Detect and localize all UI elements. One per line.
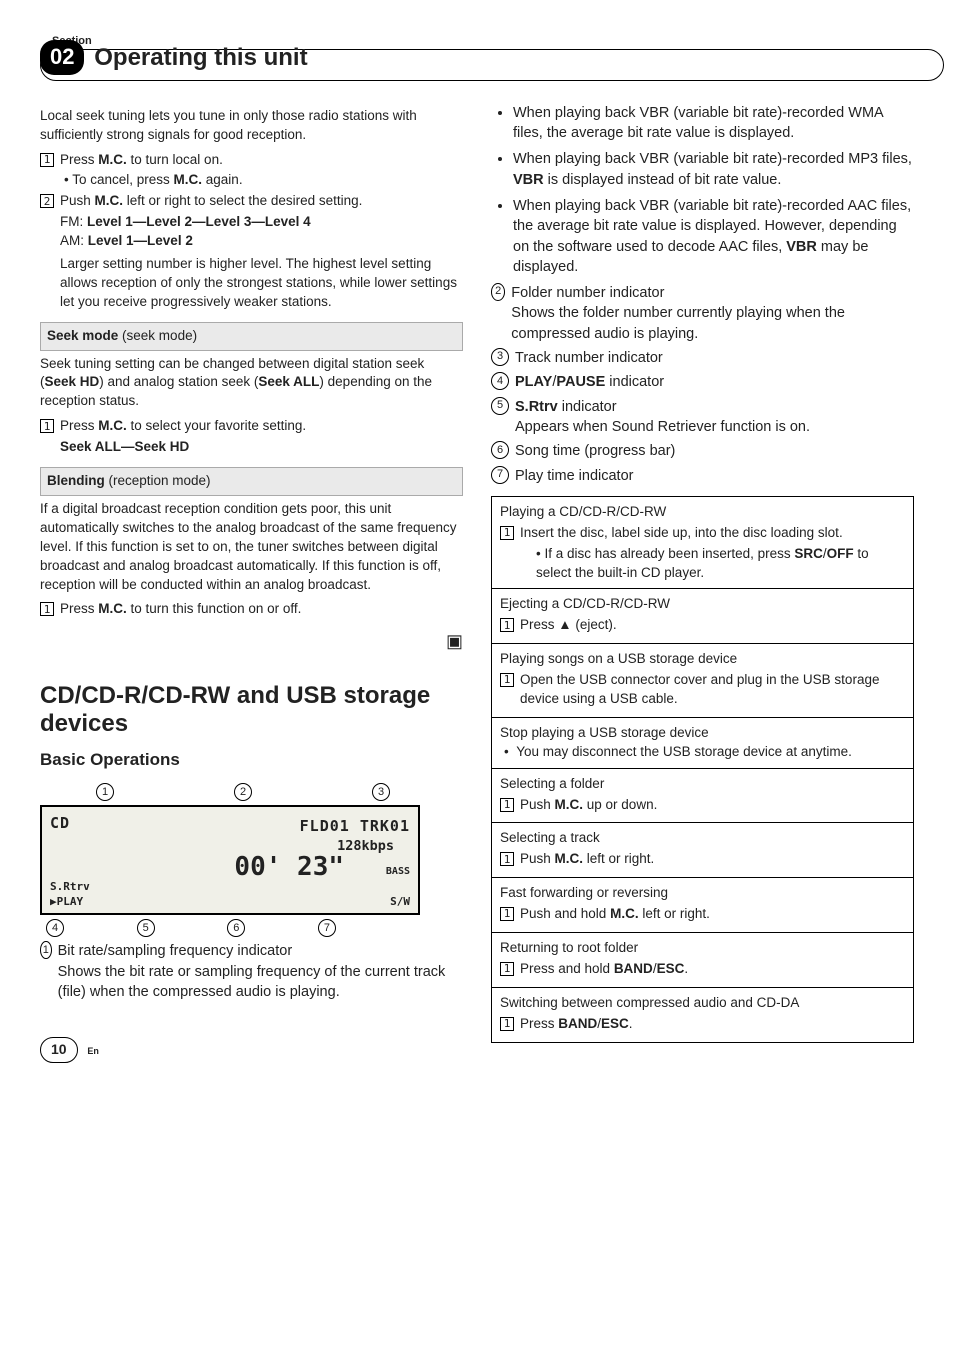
content-columns: Local seek tuning lets you tune in only … bbox=[40, 103, 914, 1043]
page-number: 10 bbox=[40, 1037, 78, 1063]
indicator-5: 5 S.Rtrv indicator bbox=[491, 397, 914, 417]
seek-body: Seek tuning setting can be changed betwe… bbox=[40, 355, 463, 412]
section-end-icon: ▣ bbox=[40, 629, 463, 654]
step-number-icon: 1 bbox=[500, 852, 514, 866]
circ-6-icon: 6 bbox=[491, 441, 509, 459]
step-text: Press M.C. to turn local on. bbox=[60, 151, 223, 170]
display-bottom-row: S.Rtrv▶PLAY S/W bbox=[50, 879, 410, 910]
box-eject-cd: Ejecting a CD/CD-R/CD-RW 1Press ▲ (eject… bbox=[492, 589, 913, 644]
anno-1-icon: 1 bbox=[96, 783, 114, 801]
indicator-7: 7 Play time indicator bbox=[491, 466, 914, 486]
left-column: Local seek tuning lets you tune in only … bbox=[40, 103, 463, 1043]
seek-options: Seek ALL—Seek HD bbox=[60, 438, 463, 457]
circ-2-icon: 2 bbox=[491, 283, 505, 301]
display-bass: BASS bbox=[386, 865, 410, 879]
anno-6-icon: 6 bbox=[227, 919, 245, 937]
step-number-icon: 1 bbox=[500, 907, 514, 921]
indicator-4: 4 PLAY/PAUSE indicator bbox=[491, 372, 914, 392]
display-kbps: 128kbps bbox=[50, 837, 410, 856]
anno-3-icon: 3 bbox=[372, 783, 390, 801]
seek-step-1: 1 Press M.C. to select your favorite set… bbox=[40, 417, 463, 436]
bottom-annotations: 4 5 6 7 bbox=[40, 915, 420, 937]
box-return-root: Returning to root folder 1Press and hold… bbox=[492, 933, 913, 988]
box-play-cd: Playing a CD/CD-R/CD-RW 1Insert the disc… bbox=[492, 497, 913, 590]
circ-7-icon: 7 bbox=[491, 466, 509, 484]
page-header: Section 02 Operating this unit bbox=[40, 40, 914, 75]
cd-usb-heading: CD/CD-R/CD-RW and USB storage devices bbox=[40, 682, 463, 737]
circ-3-icon: 3 bbox=[491, 348, 509, 366]
box-stop-usb: Stop playing a USB storage device • You … bbox=[492, 718, 913, 769]
circ-5-icon: 5 bbox=[491, 397, 509, 415]
anno-2-icon: 2 bbox=[234, 783, 252, 801]
page-footer: 10 En bbox=[40, 1037, 99, 1063]
operations-box: Playing a CD/CD-R/CD-RW 1Insert the disc… bbox=[491, 496, 914, 1043]
local-seek-intro: Local seek tuning lets you tune in only … bbox=[40, 107, 463, 145]
step-number-icon: 2 bbox=[40, 194, 54, 208]
anno-5-icon: 5 bbox=[137, 919, 155, 937]
display-panel: CD FLD01 TRK01 128kbps 00' 23" BASS S.Rt… bbox=[40, 805, 420, 915]
step-number-icon: 1 bbox=[500, 673, 514, 687]
display-fld-trk: FLD01 TRK01 bbox=[50, 816, 410, 837]
basic-ops-heading: Basic Operations bbox=[40, 748, 463, 772]
step-sub-bullet: To cancel, press M.C. again. bbox=[64, 171, 463, 190]
indicator-5-desc: Appears when Sound Retriever function is… bbox=[515, 417, 914, 437]
indicator-2: 2 Folder number indicatorShows the folde… bbox=[491, 283, 914, 344]
local-step-1: 1 Press M.C. to turn local on. bbox=[40, 151, 463, 170]
box-switch-cdda: Switching between compressed audio and C… bbox=[492, 988, 913, 1042]
step-number-icon: 1 bbox=[40, 153, 54, 167]
indicator-6: 6 Song time (progress bar) bbox=[491, 441, 914, 461]
levels-desc: Larger setting number is higher level. T… bbox=[60, 255, 463, 312]
blending-step-1: 1 Press M.C. to turn this function on or… bbox=[40, 600, 463, 619]
step-number-icon: 1 bbox=[500, 526, 514, 540]
bullet-mp3: When playing back VBR (variable bit rate… bbox=[513, 149, 914, 190]
blending-body: If a digital broadcast reception conditi… bbox=[40, 500, 463, 594]
chapter-title: Operating this unit bbox=[94, 41, 307, 75]
step-number-icon: 1 bbox=[40, 419, 54, 433]
chapter-number: 02 bbox=[40, 40, 84, 75]
page-lang: En bbox=[87, 1046, 99, 1056]
top-annotations: 1 2 3 bbox=[40, 783, 420, 805]
indicator-1: 1 Bit rate/sampling frequency indicator … bbox=[40, 941, 463, 1002]
box-select-track: Selecting a track 1Push M.C. left or rig… bbox=[492, 823, 913, 878]
indicator-3: 3 Track number indicator bbox=[491, 348, 914, 368]
vbr-bullets: When playing back VBR (variable bit rate… bbox=[491, 103, 914, 277]
display-diagram: 1 2 3 CD FLD01 TRK01 128kbps 00' 23" BAS… bbox=[40, 783, 420, 937]
bullet-aac: When playing back VBR (variable bit rate… bbox=[513, 196, 914, 277]
step-number-icon: 1 bbox=[500, 798, 514, 812]
box-select-folder: Selecting a folder 1Push M.C. up or down… bbox=[492, 769, 913, 824]
seek-mode-header: Seek mode (seek mode) bbox=[40, 322, 463, 351]
step-text: Press M.C. to turn this function on or o… bbox=[60, 600, 301, 619]
circ-1-icon: 1 bbox=[40, 941, 52, 959]
step-number-icon: 1 bbox=[500, 618, 514, 632]
step-number-icon: 1 bbox=[40, 602, 54, 616]
blending-header: Blending (reception mode) bbox=[40, 467, 463, 496]
anno-7-icon: 7 bbox=[318, 919, 336, 937]
step-text: Press M.C. to select your favorite setti… bbox=[60, 417, 306, 436]
ind1-title: Bit rate/sampling frequency indicator bbox=[58, 943, 293, 959]
am-levels: AM: Level 1—Level 2 bbox=[60, 232, 463, 251]
right-column: When playing back VBR (variable bit rate… bbox=[491, 103, 914, 1043]
circ-4-icon: 4 bbox=[491, 372, 509, 390]
local-step-2: 2 Push M.C. left or right to select the … bbox=[40, 192, 463, 211]
step-number-icon: 1 bbox=[500, 1017, 514, 1031]
box-fast-forward: Fast forwarding or reversing 1Push and h… bbox=[492, 878, 913, 933]
fm-levels: FM: Level 1—Level 2—Level 3—Level 4 bbox=[60, 213, 463, 232]
ind1-desc: Shows the bit rate or sampling frequency… bbox=[58, 964, 446, 1000]
box-play-usb: Playing songs on a USB storage device 1O… bbox=[492, 644, 913, 718]
step-number-icon: 1 bbox=[500, 962, 514, 976]
step-text: Push M.C. left or right to select the de… bbox=[60, 192, 362, 211]
anno-4-icon: 4 bbox=[46, 919, 64, 937]
bullet-wma: When playing back VBR (variable bit rate… bbox=[513, 103, 914, 144]
